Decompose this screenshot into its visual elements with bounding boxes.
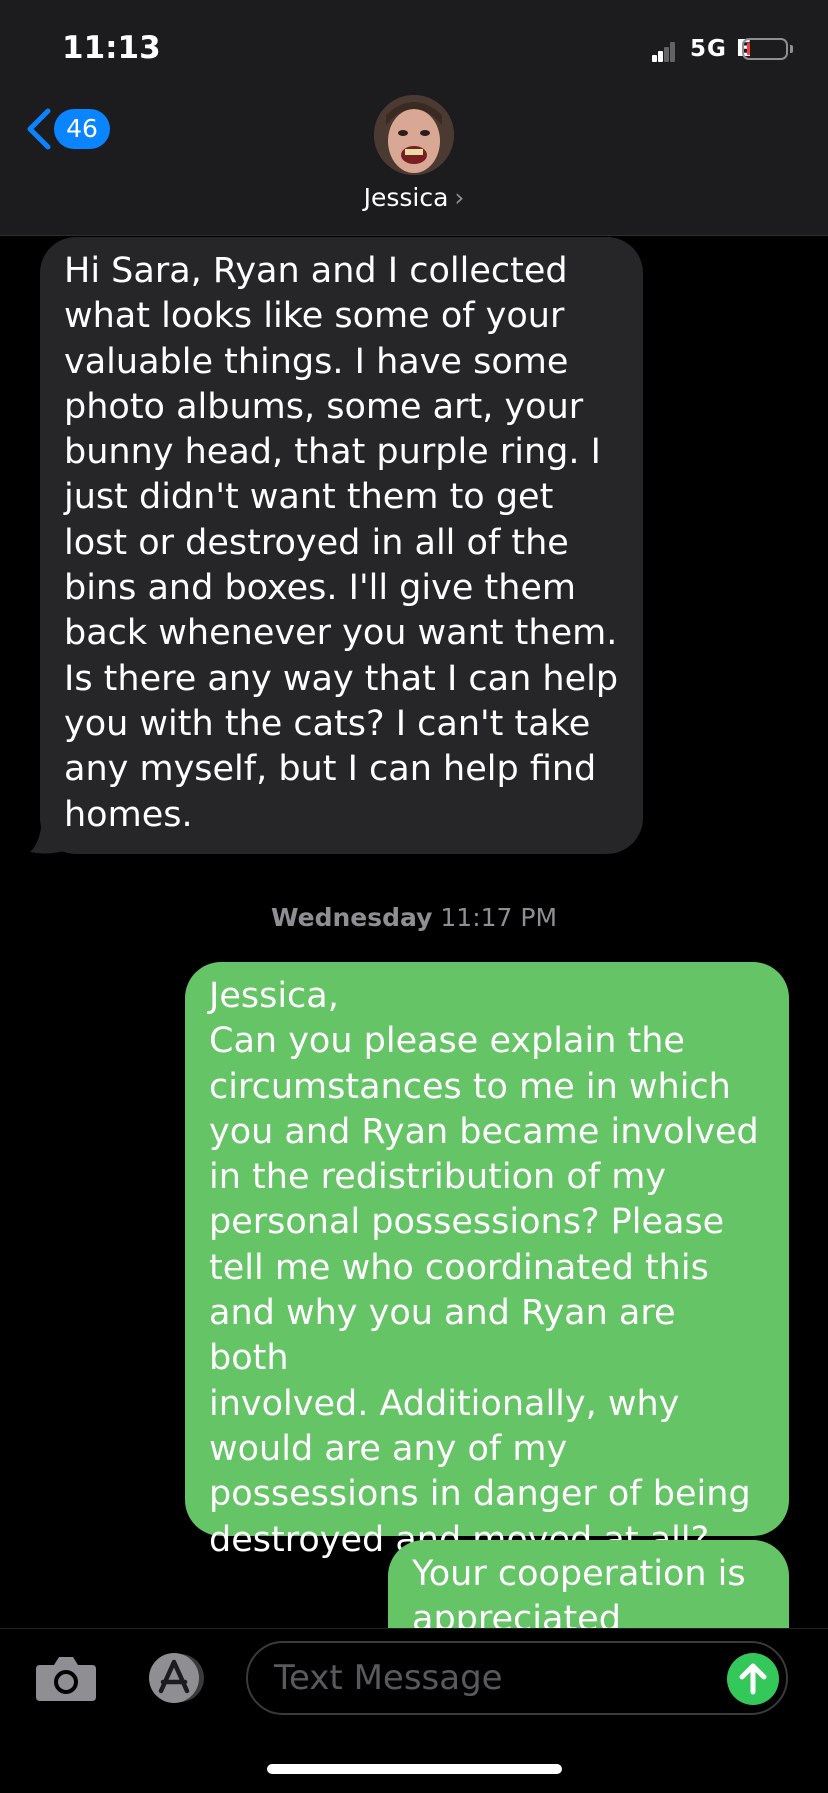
incoming-message-bubble[interactable]: Hi Sara, Ryan and I collected what looks… <box>40 237 643 854</box>
send-arrow-icon <box>739 1663 767 1695</box>
chevron-right-icon: › <box>454 183 465 212</box>
home-indicator[interactable] <box>267 1764 562 1774</box>
timestamp-day: Wednesday <box>270 903 433 932</box>
message-input[interactable]: Text Message <box>246 1641 788 1715</box>
contact-name-row[interactable]: Jessica › <box>0 183 828 212</box>
message-input-placeholder: Text Message <box>274 1658 503 1698</box>
avatar-photo <box>374 95 454 175</box>
back-button[interactable]: 46 <box>24 104 124 154</box>
signal-icon <box>652 42 675 62</box>
chevron-left-icon <box>27 108 51 150</box>
contact-avatar[interactable] <box>374 95 454 175</box>
send-button[interactable] <box>727 1653 779 1705</box>
contact-name: Jessica <box>363 183 449 212</box>
message-timestamp: Wednesday 11:17 PM <box>0 903 828 932</box>
app-store-icon[interactable] <box>140 1651 212 1705</box>
status-time: 11:13 <box>62 30 161 66</box>
battery-icon <box>742 38 788 60</box>
camera-icon[interactable] <box>34 1653 98 1703</box>
timestamp-time: 11:17 PM <box>440 903 558 932</box>
outgoing-message-bubble[interactable]: Jessica, Can you please explain the circ… <box>185 962 789 1560</box>
battery-nub <box>790 45 793 53</box>
unread-count-badge: 46 <box>54 109 110 149</box>
